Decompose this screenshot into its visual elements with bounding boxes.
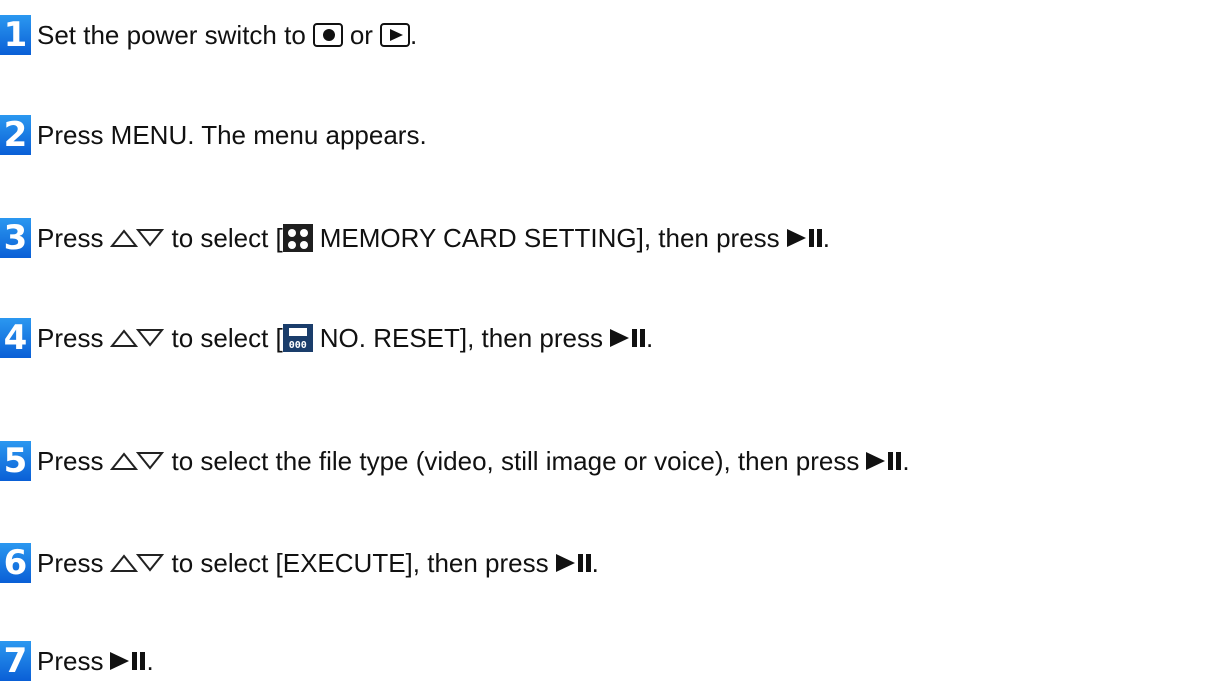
up-down-arrows-icon bbox=[110, 227, 165, 249]
step-text: . bbox=[591, 548, 599, 578]
up-down-arrows-icon bbox=[110, 552, 165, 574]
step-text: Press MENU. The menu appears. bbox=[37, 120, 427, 150]
play-pause-icon bbox=[555, 552, 592, 574]
step-text: Press bbox=[37, 223, 104, 253]
step-number-badge: 4 bbox=[0, 318, 31, 358]
number-reset-icon bbox=[282, 324, 313, 352]
memory-card-setting-icon bbox=[282, 224, 313, 252]
step-3: 3 Press to select [ MEMORY CARD SETTING]… bbox=[0, 218, 830, 258]
step-1: 1 Set the power switch to or . bbox=[0, 15, 417, 55]
step-text: Set the power switch to bbox=[37, 20, 306, 50]
step-number-badge: 6 bbox=[0, 543, 31, 583]
step-text: to select [ bbox=[171, 223, 283, 253]
step-2: 2 Press MENU. The menu appears. bbox=[0, 115, 427, 155]
up-down-arrows-icon bbox=[110, 327, 165, 349]
step-4: 4 Press to select [ NO. RESET], then pre… bbox=[0, 318, 653, 358]
play-pause-icon bbox=[786, 227, 823, 249]
step-text: . bbox=[902, 446, 910, 476]
step-6: 6 Press to select [EXECUTE], then press … bbox=[0, 543, 599, 583]
step-number-badge: 7 bbox=[0, 641, 31, 681]
step-number-badge: 1 bbox=[0, 15, 31, 55]
step-number-badge: 3 bbox=[0, 218, 31, 258]
step-text: to select [ bbox=[171, 323, 283, 353]
step-text: . bbox=[409, 20, 418, 50]
step-text: . bbox=[146, 646, 154, 676]
play-pause-icon bbox=[609, 327, 646, 349]
step-text: Press bbox=[37, 323, 104, 353]
step-text: . bbox=[822, 223, 830, 253]
step-text: NO. RESET], then press bbox=[319, 323, 603, 353]
step-7: 7 Press . bbox=[0, 641, 154, 681]
step-text: . bbox=[645, 323, 654, 353]
play-pause-icon bbox=[866, 450, 902, 472]
step-text: to select [EXECUTE], then press bbox=[171, 548, 549, 578]
step-number-badge: 2 bbox=[0, 115, 31, 155]
step-text: Press bbox=[37, 646, 104, 676]
step-text: to select the file type (video, still im… bbox=[171, 446, 860, 476]
up-down-arrows-icon bbox=[110, 450, 165, 472]
step-text: Press bbox=[37, 548, 104, 578]
record-mode-icon bbox=[312, 23, 343, 47]
step-text: or bbox=[349, 20, 373, 50]
step-5: 5 Press to select the file type (video, … bbox=[0, 441, 910, 481]
step-number-badge: 5 bbox=[0, 441, 31, 481]
playback-mode-icon bbox=[379, 23, 410, 47]
step-text: MEMORY CARD SETTING], then press bbox=[319, 223, 780, 253]
step-text: Press bbox=[37, 446, 104, 476]
play-pause-icon bbox=[110, 650, 146, 672]
instruction-steps: 1 Set the power switch to or . 2 Press M… bbox=[0, 0, 1223, 693]
